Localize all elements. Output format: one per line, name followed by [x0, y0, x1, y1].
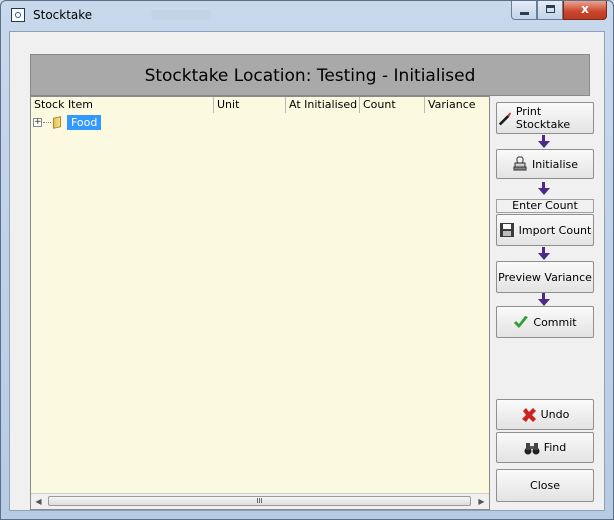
undo-label: Undo — [540, 408, 570, 421]
stock-grid[interactable]: Stock Item Unit At Initialised Count Var… — [30, 96, 490, 510]
page-title: Stocktake Location: Testing - Initialise… — [144, 66, 476, 86]
preview-variance-label: Preview Variance — [498, 270, 592, 284]
location-header: Stocktake Location: Testing - Initialise… — [30, 54, 590, 96]
commit-label: Commit — [533, 315, 577, 329]
import-count-button[interactable]: Import Count — [496, 214, 594, 246]
minimize-button[interactable] — [511, 1, 537, 20]
print-stocktake-button[interactable]: Print Stocktake — [496, 102, 594, 134]
column-header-row: Stock Item Unit At Initialised Count Var… — [31, 97, 489, 113]
app-icon — [11, 8, 25, 22]
close-button[interactable]: Close — [496, 469, 594, 502]
column-unit[interactable]: Unit — [214, 97, 286, 113]
enter-count-label: Enter Count — [496, 199, 594, 213]
minimize-icon — [520, 12, 529, 15]
initialise-label: Initialise — [532, 157, 578, 171]
import-count-label: Import Count — [518, 223, 592, 237]
close-label: Close — [530, 479, 560, 492]
column-count[interactable]: Count — [360, 97, 425, 113]
title-bar[interactable]: Stocktake x — [1, 1, 613, 31]
red-x-icon — [521, 407, 536, 422]
close-window-button[interactable]: x — [563, 1, 607, 20]
column-stock-item[interactable]: Stock Item — [31, 97, 214, 113]
stocktake-window: Stocktake x Stocktake Location: Testing … — [0, 0, 614, 520]
find-button[interactable]: Find — [496, 432, 594, 463]
scroll-left-icon[interactable]: ◀ — [31, 494, 46, 509]
horizontal-scrollbar[interactable]: ◀ III ▶ — [31, 493, 489, 509]
column-at-initialised[interactable]: At Initialised — [286, 97, 360, 113]
preview-variance-button[interactable]: Preview Variance — [496, 261, 594, 293]
flow-arrow-icon — [538, 182, 550, 195]
stamp-icon — [513, 156, 527, 171]
column-variance[interactable]: Variance — [425, 97, 489, 113]
client-area: Stocktake Location: Testing - Initialise… — [9, 31, 605, 511]
find-label: Find — [543, 441, 567, 454]
window-title: Stocktake — [33, 8, 93, 22]
tree-item-label[interactable]: Food — [67, 114, 102, 130]
checkmark-icon — [514, 316, 529, 328]
pen-icon — [498, 112, 511, 126]
window-controls: x — [511, 1, 607, 21]
tree-row-food[interactable]: + Food — [33, 114, 102, 130]
flow-arrow-icon — [538, 247, 550, 260]
commit-button[interactable]: Commit — [496, 306, 594, 338]
tree-connector — [43, 121, 51, 123]
print-stocktake-label: Print Stocktake — [515, 105, 571, 131]
binoculars-icon — [524, 442, 540, 454]
scroll-right-icon[interactable]: ▶ — [474, 494, 489, 509]
close-icon: x — [581, 2, 589, 16]
undo-button[interactable]: Undo — [496, 399, 594, 430]
flow-arrow-icon — [538, 293, 550, 306]
maximize-icon — [546, 5, 555, 13]
expand-icon[interactable]: + — [33, 117, 42, 127]
floppy-disk-icon — [499, 223, 514, 237]
folder-icon — [52, 115, 64, 129]
title-blur — [151, 10, 211, 20]
initialise-button[interactable]: Initialise — [496, 149, 594, 179]
scroll-thumb[interactable]: III — [48, 496, 471, 506]
maximize-button[interactable] — [537, 1, 563, 20]
flow-arrow-icon — [538, 135, 550, 148]
